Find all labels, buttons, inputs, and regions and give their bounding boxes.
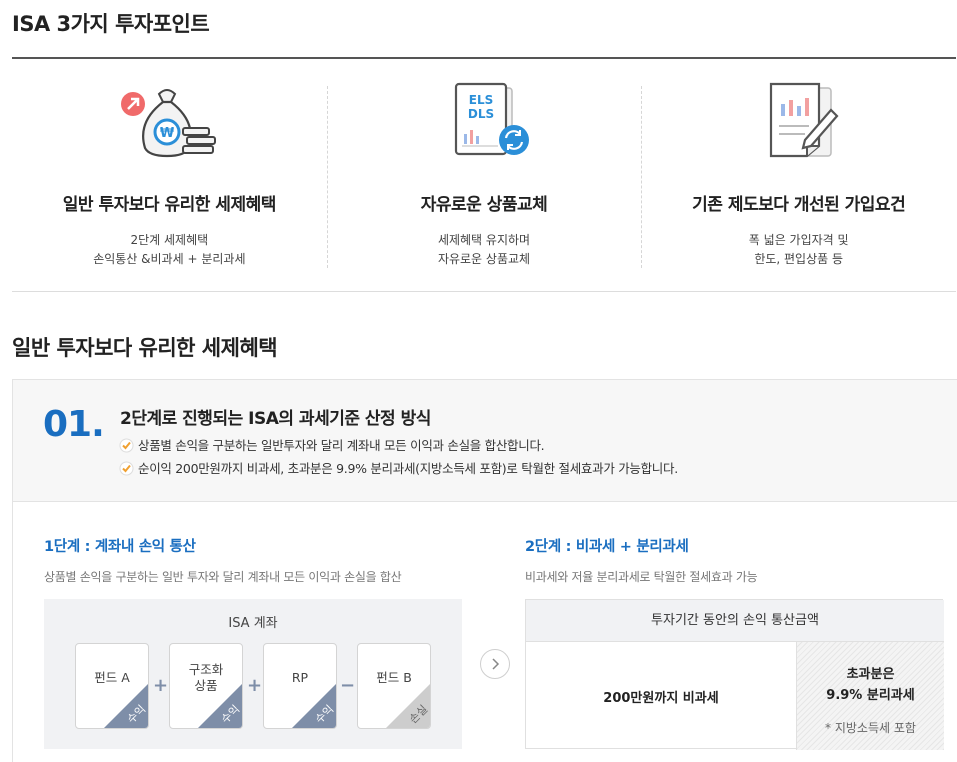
point-heading: 일반 투자보다 유리한 세제혜택 — [62, 195, 277, 215]
summary-header: 투자기간 동안의 손익 통산금액 — [526, 600, 944, 642]
local-tax-note: * 지방소득세 포함 — [825, 721, 916, 735]
point-heading: 기존 제도보다 개선된 가입요건 — [692, 195, 906, 215]
title-divider — [12, 57, 956, 59]
svg-text:₩: ₩ — [160, 126, 175, 141]
point-desc-line: 세제혜택 유지하며 — [437, 233, 531, 247]
panel-header: 01. 2단계로 진행되는 ISA의 과세기준 산정 방식 상품별 손익을 구분… — [13, 380, 957, 502]
bullet-item: 상품별 손익을 구분하는 일반투자와 달리 계좌내 모든 이익과 손실을 합산합… — [119, 434, 678, 457]
check-icon — [119, 461, 134, 476]
stage1-description: 상품별 손익을 구분하는 일반 투자와 달리 계좌내 모든 이익과 손실을 합산 — [44, 570, 402, 584]
point-product-exchange: ELS DLS 자유로운 상품교체 세제혜택 유지하며 자유로운 상품교체 — [326, 60, 642, 291]
icon-text-els: ELS — [469, 93, 494, 107]
money-bag-icon: ₩ — [121, 89, 217, 158]
investment-points: ₩ 일반 투자보다 유리한 세제혜택 2단계 세제혜택 손익통산 &비과세 + … — [12, 60, 956, 292]
separate-tax-cell: 초과분은 9.9% 분리과세 * 지방소득세 포함 — [796, 642, 944, 750]
page-title: ISA 3가지 투자포인트 — [12, 12, 210, 36]
point-desc-line: 자유로운 상품교체 — [437, 252, 531, 266]
point-description: 세제혜택 유지하며 자유로운 상품교체 — [327, 231, 642, 269]
bullet-list: 상품별 손익을 구분하는 일반투자와 달리 계좌내 모든 이익과 손실을 합산합… — [119, 434, 678, 480]
plus-operator: + — [153, 675, 169, 696]
icon-text-dls: DLS — [468, 107, 494, 121]
bullet-text: 상품별 손익을 구분하는 일반투자와 달리 계좌내 모든 이익과 손실을 합산합… — [138, 438, 545, 453]
point-description: 2단계 세제혜택 손익통산 &비과세 + 분리과세 — [12, 231, 327, 269]
document-edit-icon — [769, 82, 839, 158]
minus-operator: − — [340, 675, 356, 696]
separate-tax-title: 초과분은 9.9% 분리과세 — [797, 664, 944, 706]
separate-tax-line: 초과분은 — [846, 667, 895, 682]
bullet-text: 순이익 200만원까지 비과세, 초과분은 9.9% 분리과세(지방소득세 포함… — [138, 461, 678, 476]
step-number: 01. — [43, 404, 105, 445]
product-card-fund-b: 펀드 B 손실 — [357, 643, 431, 729]
point-tax-benefit: ₩ 일반 투자보다 유리한 세제혜택 2단계 세제혜택 손익통산 &비과세 + … — [12, 60, 327, 291]
plus-operator: + — [247, 675, 263, 696]
chevron-right-icon — [492, 658, 500, 670]
point-desc-line: 폭 넓은 가입자격 및 — [748, 233, 849, 247]
product-card-rp: RP 수익 — [263, 643, 337, 729]
section-title: 일반 투자보다 유리한 세제혜택 — [12, 336, 278, 360]
product-card-fund-a: 펀드 A 수익 — [75, 643, 149, 729]
point-heading: 자유로운 상품교체 — [420, 195, 548, 215]
isa-account-box: ISA 계좌 펀드 A 수익 + 구조화 상품 수익 + RP 수익 − 펀드 B… — [44, 599, 462, 749]
panel-title: 2단계로 진행되는 ISA의 과세기준 산정 방식 — [120, 409, 431, 429]
els-dls-exchange-icon: ELS DLS — [454, 82, 529, 156]
tax-benefit-panel: 01. 2단계로 진행되는 ISA의 과세기준 산정 방식 상품별 손익을 구분… — [12, 379, 957, 762]
check-icon — [119, 438, 134, 453]
bullet-item: 순이익 200만원까지 비과세, 초과분은 9.9% 분리과세(지방소득세 포함… — [119, 457, 678, 480]
tax-summary-box: 투자기간 동안의 손익 통산금액 200만원까지 비과세 초과분은 9.9% 분… — [525, 599, 944, 750]
next-stage-button[interactable] — [480, 649, 510, 679]
stage2-title: 2단계 : 비과세 + 분리과세 — [525, 539, 689, 555]
stage2-description: 비과세와 저율 분리과세로 탁월한 절세효과 가능 — [525, 570, 758, 584]
point-desc-line: 한도, 편입상품 등 — [754, 252, 844, 266]
separate-tax-line: 9.9% 분리과세 — [826, 688, 915, 703]
point-description: 폭 넓은 가입자격 및 한도, 편입상품 등 — [641, 231, 956, 269]
stage1-title: 1단계 : 계좌내 손익 통산 — [44, 539, 196, 555]
point-desc-line: 손익통산 &비과세 + 분리과세 — [93, 252, 246, 266]
tax-free-cell: 200만원까지 비과세 — [603, 690, 719, 706]
point-desc-line: 2단계 세제혜택 — [130, 233, 209, 247]
product-card-structured: 구조화 상품 수익 — [169, 643, 243, 729]
isa-account-label: ISA 계좌 — [228, 616, 278, 631]
point-improved-requirements: 기존 제도보다 개선된 가입요건 폭 넓은 가입자격 및 한도, 편입상품 등 — [641, 60, 956, 291]
